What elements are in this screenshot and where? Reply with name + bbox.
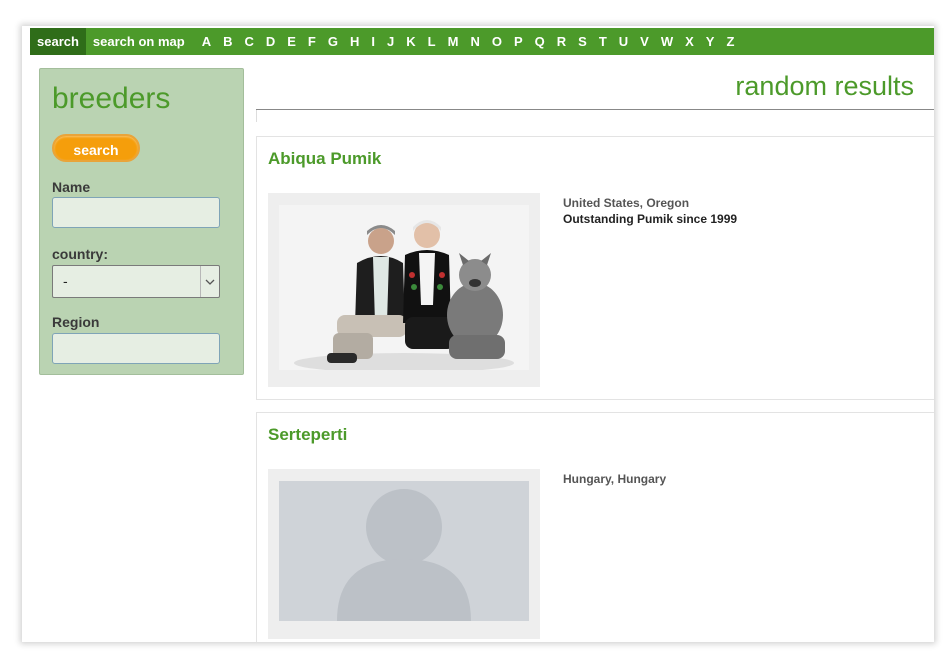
- nav-letter-q[interactable]: Q: [529, 28, 551, 55]
- search-button[interactable]: search: [52, 134, 140, 162]
- breeder-name-link[interactable]: Serteperti: [268, 425, 347, 445]
- name-label: Name: [52, 179, 91, 195]
- nav-letter-n[interactable]: N: [464, 28, 485, 55]
- name-field[interactable]: [52, 197, 220, 228]
- nav-search-link[interactable]: search: [30, 28, 86, 55]
- breeder-location: Hungary, Hungary: [563, 472, 667, 486]
- alphabet-nav: ABCDEFGHIJKLMNOPQRSTUVWXYZ: [196, 28, 741, 55]
- avatar-placeholder-icon: [279, 481, 529, 621]
- page-frame: search search on map ABCDEFGHIJKLMNOPQRS…: [22, 26, 934, 642]
- nav-letter-i[interactable]: I: [365, 28, 381, 55]
- nav-letter-e[interactable]: E: [281, 28, 302, 55]
- breeders-search-panel: breeders search Name country: - Region: [39, 68, 244, 375]
- breeder-photo-frame[interactable]: [268, 193, 540, 387]
- breeder-name-link[interactable]: Abiqua Pumik: [268, 149, 381, 169]
- top-navbar: search search on map ABCDEFGHIJKLMNOPQRS…: [30, 28, 934, 55]
- nav-letter-b[interactable]: B: [217, 28, 238, 55]
- nav-letter-m[interactable]: M: [442, 28, 465, 55]
- results-heading: random results: [735, 71, 914, 101]
- nav-letter-h[interactable]: H: [344, 28, 365, 55]
- breeder-photo: [279, 205, 529, 370]
- nav-letter-u[interactable]: U: [613, 28, 634, 55]
- nav-letter-o[interactable]: O: [486, 28, 508, 55]
- breeder-tagline: Outstanding Pumik since 1999: [563, 212, 738, 226]
- nav-letter-l[interactable]: L: [422, 28, 442, 55]
- region-field[interactable]: [52, 333, 220, 364]
- country-label: country:: [52, 246, 108, 262]
- nav-letter-j[interactable]: J: [381, 28, 400, 55]
- country-select-value: -: [63, 273, 68, 289]
- breeder-card: Serteperti Hungary, Hungary: [256, 412, 934, 642]
- nav-letter-t[interactable]: T: [593, 28, 613, 55]
- panel-title: breeders: [52, 82, 171, 115]
- country-select[interactable]: -: [52, 265, 220, 298]
- nav-letter-w[interactable]: W: [655, 28, 679, 55]
- nav-letter-k[interactable]: K: [400, 28, 421, 55]
- breeder-location: United States, Oregon: [563, 196, 690, 210]
- results-divider-tick: [256, 110, 257, 122]
- breeder-photo-frame[interactable]: [268, 469, 540, 639]
- nav-letter-g[interactable]: G: [322, 28, 344, 55]
- chevron-down-icon: [200, 266, 219, 297]
- nav-letter-y[interactable]: Y: [700, 28, 721, 55]
- breeder-card: Abiqua Pumik United States, Oregon Outst…: [256, 136, 934, 400]
- results-divider: [256, 109, 934, 110]
- nav-letter-a[interactable]: A: [196, 28, 217, 55]
- nav-letter-r[interactable]: R: [551, 28, 572, 55]
- nav-letter-x[interactable]: X: [679, 28, 700, 55]
- nav-search-on-map-link[interactable]: search on map: [86, 28, 192, 55]
- nav-letter-c[interactable]: C: [238, 28, 259, 55]
- nav-letter-s[interactable]: S: [572, 28, 593, 55]
- nav-letter-p[interactable]: P: [508, 28, 529, 55]
- region-label: Region: [52, 314, 100, 330]
- nav-letter-f[interactable]: F: [302, 28, 322, 55]
- nav-letter-d[interactable]: D: [260, 28, 281, 55]
- nav-letter-z[interactable]: Z: [720, 28, 740, 55]
- nav-letter-v[interactable]: V: [634, 28, 655, 55]
